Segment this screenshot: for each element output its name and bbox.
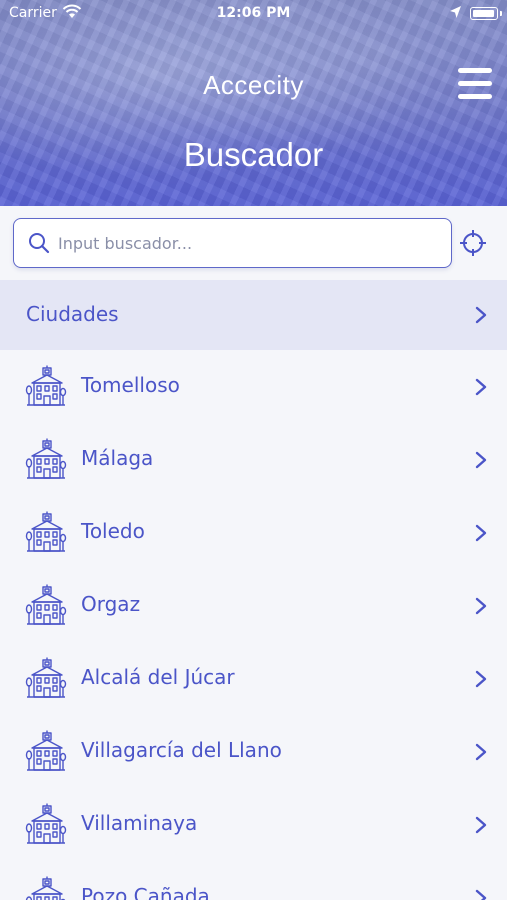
city-name: Tomelloso [81, 373, 180, 397]
list-item[interactable]: Orgaz [0, 569, 507, 642]
city-name: Toledo [81, 519, 145, 543]
city-name: Pozo Cañada [81, 884, 210, 900]
hamburger-menu-icon[interactable] [458, 68, 494, 102]
search-icon [29, 233, 50, 254]
building-icon [25, 657, 67, 699]
app-title: Accecity [203, 70, 304, 100]
building-icon [25, 365, 67, 407]
city-list: Tomelloso Málaga Toledo Orgaz Alcalá del… [0, 350, 507, 900]
city-name: Alcalá del Júcar [81, 665, 235, 689]
city-name: Villaminaya [81, 811, 198, 835]
chevron-right-icon [475, 524, 487, 542]
building-icon [25, 584, 67, 626]
clock: 12:06 PM [216, 5, 291, 21]
chevron-right-icon [475, 306, 487, 324]
battery-icon [470, 7, 502, 20]
search-input[interactable] [58, 228, 438, 258]
list-item[interactable]: Tomelloso [0, 350, 507, 423]
crosshair-icon[interactable] [459, 229, 487, 257]
section-title: Ciudades [26, 302, 119, 326]
building-icon [25, 511, 67, 553]
search-bar [0, 206, 507, 280]
building-icon [25, 438, 67, 480]
location-arrow-icon [450, 6, 461, 18]
chevron-right-icon [475, 378, 487, 396]
chevron-right-icon [475, 889, 487, 900]
chevron-right-icon [475, 816, 487, 834]
search-field[interactable] [13, 218, 452, 268]
building-icon [25, 803, 67, 845]
building-icon [25, 876, 67, 900]
list-item[interactable]: Pozo Cañada [0, 861, 507, 900]
chevron-right-icon [475, 670, 487, 688]
chevron-right-icon [475, 743, 487, 761]
chevron-right-icon [475, 597, 487, 615]
section-header-ciudades[interactable]: Ciudades [0, 280, 507, 350]
city-name: Villagarcía del Llano [81, 738, 282, 762]
header: Carrier 12:06 PM Accecity Buscador [0, 0, 507, 206]
list-item[interactable]: Málaga [0, 423, 507, 496]
city-name: Málaga [81, 446, 154, 470]
building-icon [25, 730, 67, 772]
status-bar: Carrier 12:06 PM [0, 0, 507, 28]
city-name: Orgaz [81, 592, 141, 616]
list-item[interactable]: Villagarcía del Llano [0, 715, 507, 788]
list-item[interactable]: Toledo [0, 496, 507, 569]
list-item[interactable]: Alcalá del Júcar [0, 642, 507, 715]
page-title: Buscador [183, 136, 324, 173]
chevron-right-icon [475, 451, 487, 469]
list-item[interactable]: Villaminaya [0, 788, 507, 861]
